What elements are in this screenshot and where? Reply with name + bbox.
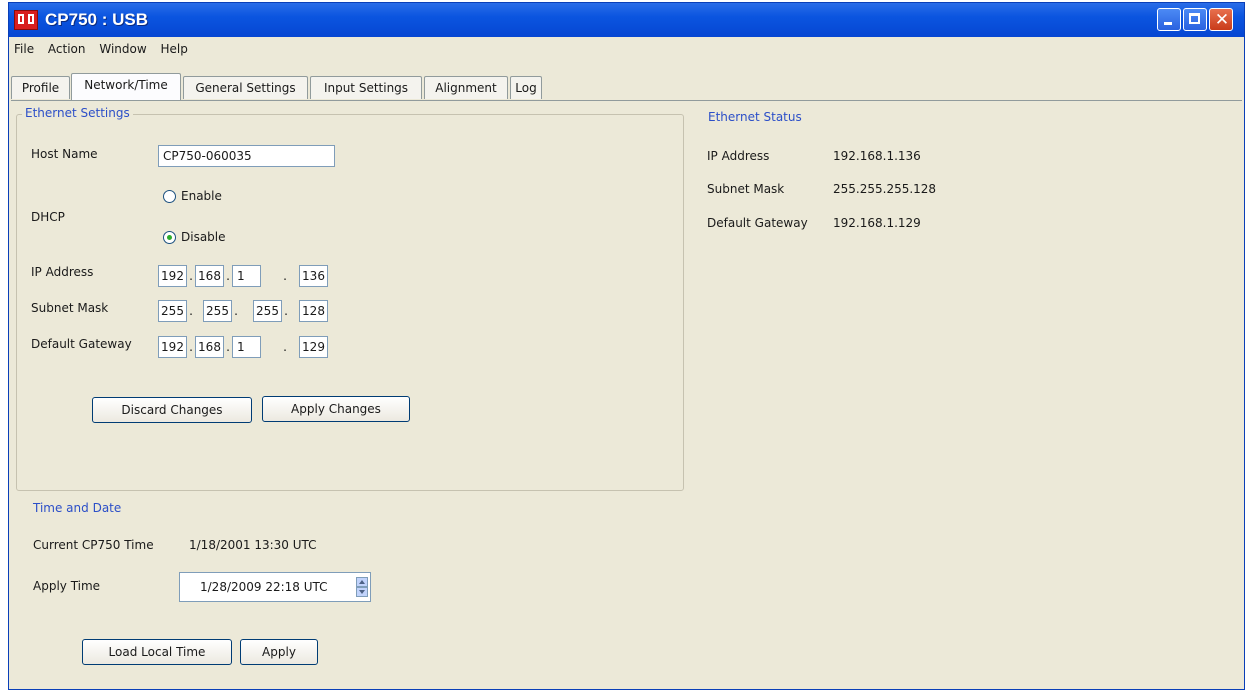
ip-octet-1[interactable]: 192 [158,265,187,287]
subnet-octet-1[interactable]: 255 [158,300,187,322]
status-ip-label: IP Address [707,149,770,163]
minimize-icon [1164,22,1172,25]
spinner-down-icon[interactable] [356,587,368,597]
host-name-label: Host Name [31,147,98,161]
close-button[interactable]: ✕ [1209,8,1233,31]
ethernet-settings-title: Ethernet Settings [22,106,133,120]
dot-separator: . [189,340,193,354]
spinner-up-icon[interactable] [356,577,368,587]
application-window: CP750 : USB ✕ File Action Window Help Pr… [8,2,1245,690]
tab-profile[interactable]: Profile [11,76,70,99]
dhcp-enable-label[interactable]: Enable [181,189,222,203]
current-time-label: Current CP750 Time [33,538,154,552]
ethernet-status-title: Ethernet Status [705,110,805,124]
apply-time-input[interactable]: 1/28/2009 22:18 UTC [179,572,371,602]
tab-alignment[interactable]: Alignment [424,76,508,99]
close-icon: ✕ [1214,10,1230,30]
dot-separator: . [189,269,193,283]
apply-changes-button[interactable]: Apply Changes [262,396,410,422]
dhcp-disable-label[interactable]: Disable [181,230,226,244]
menu-file[interactable]: File [9,39,39,56]
menu-help[interactable]: Help [156,39,193,56]
gateway-octet-3[interactable]: 1 [232,336,261,358]
dot-separator: . [284,304,288,318]
dot-separator: . [189,304,193,318]
apply-time-label: Apply Time [33,579,101,593]
dot-separator: . [283,340,287,354]
subnet-octet-4[interactable]: 128 [299,300,328,322]
dot-separator: . [234,304,238,318]
status-ip-value: 192.168.1.136 [833,149,921,163]
gateway-octet-2[interactable]: 168 [195,336,224,358]
tab-general-settings[interactable]: General Settings [183,76,308,99]
minimize-button[interactable] [1157,8,1181,31]
status-gateway-value: 192.168.1.129 [833,216,921,230]
ip-octet-2[interactable]: 168 [195,265,224,287]
default-gateway-label: Default Gateway [31,337,132,351]
tab-log[interactable]: Log [510,76,542,99]
status-subnet-value: 255.255.255.128 [833,182,937,196]
tab-network-time[interactable]: Network/Time [71,73,181,100]
ip-octet-4[interactable]: 136 [299,265,328,287]
menu-action[interactable]: Action [43,39,91,56]
dhcp-label: DHCP [31,210,65,224]
subnet-octet-2[interactable]: 255 [203,300,232,322]
dot-separator: . [226,340,230,354]
status-subnet-label: Subnet Mask [707,182,785,196]
discard-changes-button[interactable]: Discard Changes [92,397,252,423]
gateway-octet-1[interactable]: 192 [158,336,187,358]
subnet-octet-3[interactable]: 255 [253,300,282,322]
dhcp-disable-radio[interactable] [163,231,176,244]
ip-octet-3[interactable]: 1 [232,265,261,287]
menu-bar: File Action Window Help [9,39,1244,61]
gateway-octet-4[interactable]: 129 [299,336,328,358]
dhcp-enable-radio[interactable] [163,190,176,203]
title-bar[interactable]: CP750 : USB ✕ [9,3,1244,37]
menu-window[interactable]: Window [94,39,151,56]
ip-address-label: IP Address [31,265,94,279]
time-date-title: Time and Date [30,501,125,515]
status-gateway-label: Default Gateway [707,216,808,230]
window-title: CP750 : USB [45,10,148,29]
subnet-mask-label: Subnet Mask [31,301,109,315]
maximize-button[interactable] [1183,8,1207,31]
dot-separator: . [226,269,230,283]
ethernet-settings-group: Ethernet Settings Host Name CP750-060035… [16,106,684,491]
load-local-time-button[interactable]: Load Local Time [82,639,232,665]
tab-input-settings[interactable]: Input Settings [310,76,422,99]
current-time-value: 1/18/2001 13:30 UTC [189,538,317,552]
apply-time-button[interactable]: Apply [240,639,318,665]
host-name-input[interactable]: CP750-060035 [158,145,335,167]
time-spinner[interactable] [356,576,370,598]
maximize-icon [1189,13,1200,24]
tab-panel: Ethernet Settings Host Name CP750-060035… [11,100,1242,689]
app-logo-icon[interactable] [14,10,38,30]
dot-separator: . [283,269,287,283]
